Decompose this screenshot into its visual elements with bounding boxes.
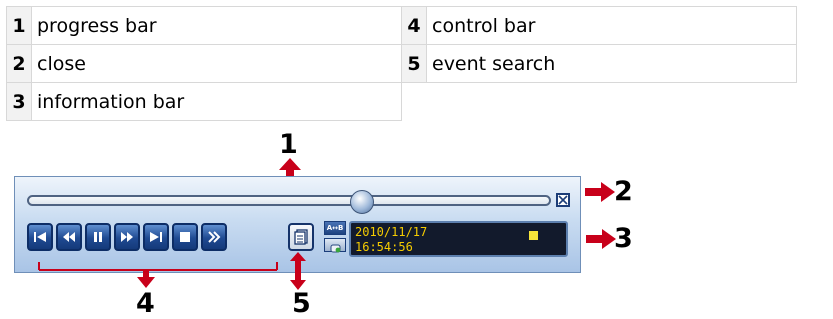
legend-number: 5: [401, 44, 427, 83]
double-arrow-icon: [290, 252, 306, 290]
legend-row: 1 progress bar 4 control bar: [6, 6, 797, 45]
legend-label: close: [31, 44, 402, 83]
progress-bar[interactable]: [27, 190, 551, 214]
pause-icon: [94, 232, 102, 242]
callout-number-4: 4: [136, 288, 155, 319]
close-icon: [558, 195, 568, 205]
fast-forward-icon: [121, 232, 133, 242]
callout-number-3: 3: [614, 223, 633, 254]
callout-number-2: 2: [614, 176, 633, 207]
arrow-right-icon: [585, 182, 615, 202]
legend-empty-cell: [401, 82, 427, 121]
callout-number-5: 5: [292, 288, 311, 319]
legend-label: control bar: [426, 6, 797, 45]
rewind-icon: [63, 232, 75, 242]
slow-forward-button[interactable]: [201, 223, 227, 251]
legend-number: 1: [6, 6, 32, 45]
status-indicator: [529, 231, 538, 240]
pause-button[interactable]: [85, 223, 111, 251]
camera-icon: [330, 244, 341, 253]
control-bar: [27, 223, 230, 261]
callout-number-1: 1: [279, 129, 298, 160]
double-chevron-right-icon: [208, 231, 221, 243]
stop-icon: [180, 232, 190, 242]
rewind-button[interactable]: [56, 223, 82, 251]
snapshot-button[interactable]: [324, 238, 346, 253]
skip-start-icon: [34, 232, 46, 242]
legend-label: progress bar: [31, 6, 402, 45]
bracket-arrow-icon: [38, 262, 278, 288]
ab-repeat-button[interactable]: A↔B: [324, 221, 346, 235]
arrow-right-icon: [586, 229, 616, 249]
playback-date: 2010/11/17: [355, 225, 428, 239]
legend-label: event search: [426, 44, 797, 83]
legend-empty-cell: [426, 82, 797, 121]
skip-end-icon: [150, 232, 162, 242]
close-button[interactable]: [556, 193, 570, 207]
skip-to-start-button[interactable]: [27, 223, 53, 251]
legend-row: 3 information bar: [6, 82, 797, 121]
information-bar: 2010/11/17 16:54:56: [349, 221, 568, 257]
progress-handle[interactable]: [349, 190, 374, 214]
legend-number: 2: [6, 44, 32, 83]
skip-to-end-button[interactable]: [143, 223, 169, 251]
fast-forward-button[interactable]: [114, 223, 140, 251]
legend-row: 2 close 5 event search: [6, 44, 797, 83]
document-list-icon: [294, 229, 308, 245]
playback-time: 16:54:56: [355, 240, 413, 254]
legend-number: 3: [6, 82, 32, 121]
stop-button[interactable]: [172, 223, 198, 251]
legend-table: 1 progress bar 4 control bar 2 close 5 e…: [6, 6, 797, 121]
legend-number: 4: [401, 6, 427, 45]
event-search-button[interactable]: [288, 223, 314, 251]
legend-label: information bar: [31, 82, 402, 121]
